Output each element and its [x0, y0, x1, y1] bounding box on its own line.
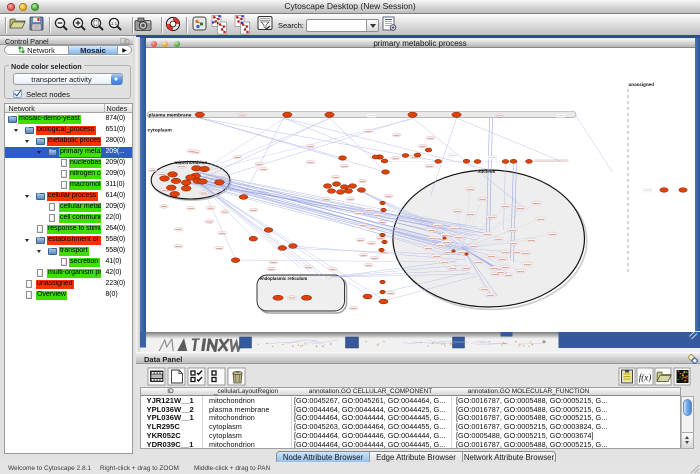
- svg-text:1:1: 1:1: [111, 21, 118, 26]
- svg-text:f(x): f(x): [639, 373, 652, 383]
- svg-text:cytoplasm: cytoplasm: [147, 128, 172, 134]
- svg-text:nucleus: nucleus: [477, 169, 495, 174]
- svg-text:unassigned: unassigned: [628, 82, 654, 87]
- svg-text:endoplasmic reticulum: endoplasmic reticulum: [259, 276, 307, 281]
- svg-text:mitochondrion: mitochondrion: [174, 160, 207, 165]
- svg-text:plasma membrane: plasma membrane: [148, 113, 191, 119]
